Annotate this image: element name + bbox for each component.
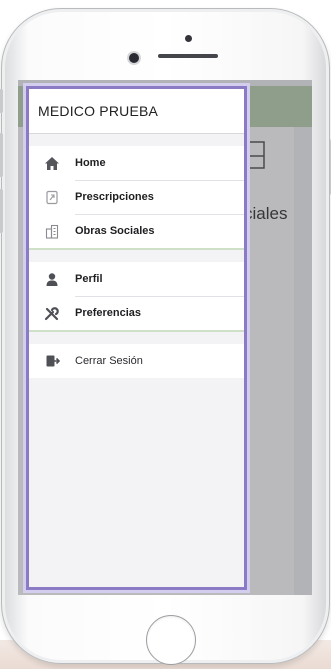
group-divider	[29, 330, 244, 332]
drawer-title: MEDICO PRUEBA	[38, 103, 159, 119]
mute-switch	[0, 89, 3, 113]
home-icon	[29, 156, 75, 171]
menu-item-label: Obras Sociales	[75, 225, 155, 237]
building-icon	[29, 224, 75, 239]
drawer-header: MEDICO PRUEBA	[29, 89, 244, 134]
menu-item-perfil[interactable]: Perfil	[29, 262, 244, 297]
menu-item-label: Cerrar Sesión	[75, 355, 143, 367]
menu-item-prescripciones[interactable]: Prescripciones	[29, 180, 244, 215]
menu-item-obras-sociales[interactable]: Obras Sociales	[29, 214, 244, 248]
menu-item-preferencias[interactable]: Preferencias	[29, 296, 244, 330]
prescription-icon	[29, 190, 75, 205]
menu-item-label: Prescripciones	[75, 180, 244, 215]
menu-item-cerrar-sesion[interactable]: Cerrar Sesión	[29, 344, 244, 378]
front-camera	[129, 53, 139, 63]
menu-item-label: Home	[75, 146, 244, 181]
menu-item-label: Perfil	[75, 262, 244, 297]
user-icon	[29, 272, 75, 287]
volume-down-button	[0, 189, 3, 233]
menu-group-session: Cerrar Sesión	[29, 344, 244, 378]
earpiece-speaker	[158, 54, 218, 58]
menu-group-account: Perfil Preferencias	[29, 262, 244, 330]
home-button[interactable]	[146, 615, 196, 665]
navigation-drawer: MEDICO PRUEBA Home Prescripciones Obras …	[26, 86, 247, 590]
phone-screen: ciales MEDICO PRUEBA Home Prescripciones	[18, 80, 312, 595]
volume-up-button	[0, 133, 3, 177]
menu-item-home[interactable]: Home	[29, 146, 244, 181]
sign-out-icon	[29, 354, 75, 368]
tools-icon	[29, 306, 75, 321]
proximity-sensor	[185, 35, 192, 42]
menu-item-label: Preferencias	[75, 307, 142, 319]
group-divider	[29, 248, 244, 250]
menu-group-main: Home Prescripciones Obras Sociales	[29, 146, 244, 248]
